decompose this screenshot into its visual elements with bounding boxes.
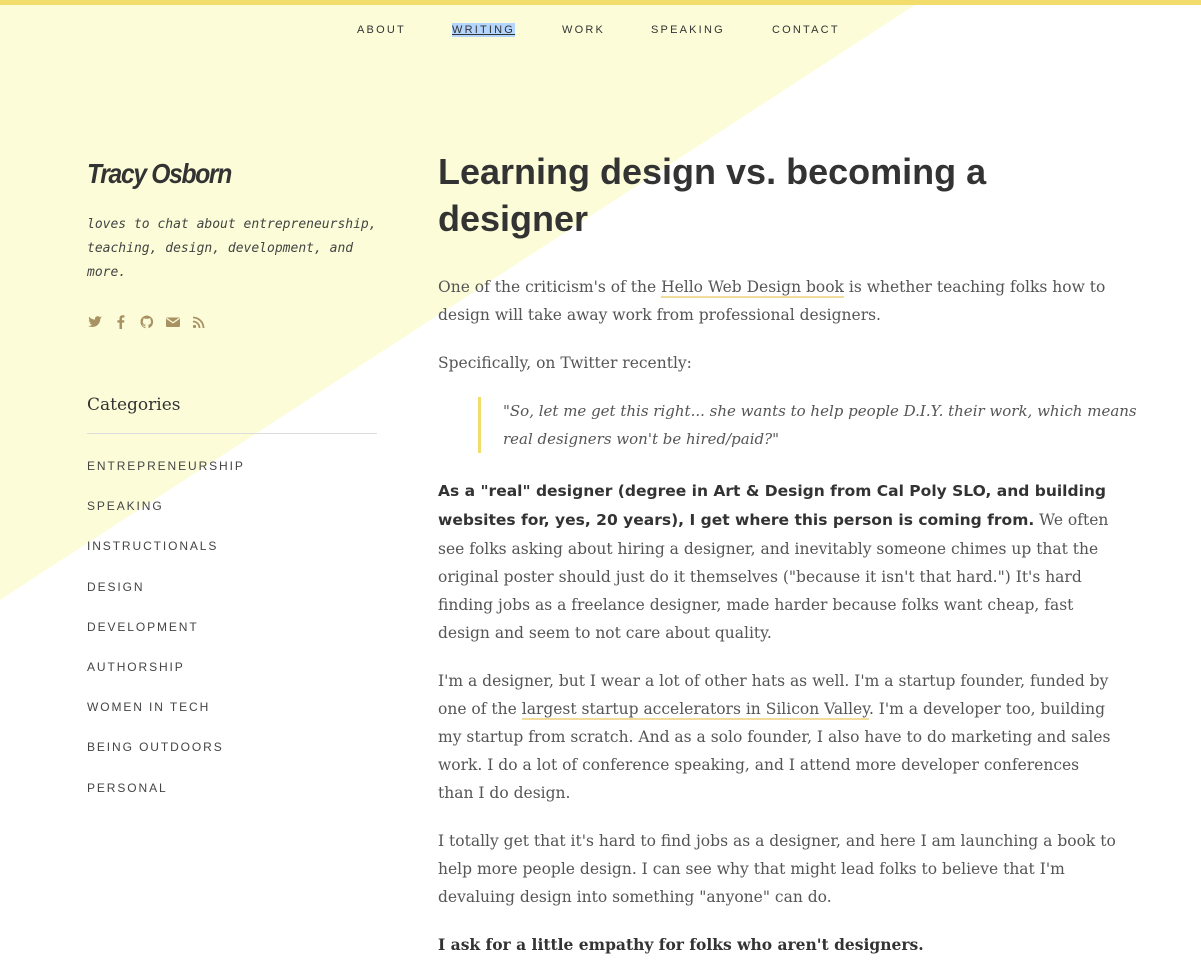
twitter-quote: "So, let me get this right... she wants … [478, 397, 1143, 453]
startup-accelerator-link[interactable]: largest startup accelerators in Silicon … [521, 700, 869, 720]
email-icon[interactable] [165, 314, 181, 330]
article: Learning design vs. becoming a designer … [438, 148, 1137, 959]
category-personal[interactable]: PERSONAL [87, 780, 377, 820]
category-instructionals[interactable]: INSTRUCTIONALS [87, 538, 377, 578]
paragraph-many-hats: I'm a designer, but I wear a lot of othe… [438, 667, 1118, 807]
site-tagline: loves to chat about entrepreneurship, te… [87, 217, 377, 280]
site-name[interactable]: Tracy Osborn [87, 155, 342, 193]
paragraph-intro: One of the criticism's of the Hello Web … [438, 273, 1118, 329]
paragraph-real-designer: As a "real" designer (degree in Art & De… [438, 477, 1118, 647]
sidebar: Tracy Osborn loves to chat about entrepr… [87, 155, 377, 820]
category-speaking[interactable]: SPEAKING [87, 498, 377, 538]
paragraph-specifically: Specifically, on Twitter recently: [438, 354, 692, 372]
nav-about[interactable]: ABOUT [357, 23, 406, 37]
facebook-icon[interactable] [113, 314, 129, 330]
category-entrepreneurship[interactable]: ENTREPRENEURSHIP [87, 458, 377, 498]
social-links [87, 314, 377, 330]
real-designer-bold-text: As a "real" designer (degree in Art & De… [438, 482, 1107, 529]
twitter-icon[interactable] [87, 314, 103, 330]
nav-writing[interactable]: WRITING [452, 23, 516, 37]
rss-icon[interactable] [191, 314, 207, 330]
github-icon[interactable] [139, 314, 155, 330]
real-designer-text: We often see folks asking about hiring a… [438, 511, 1109, 642]
top-accent-bar [0, 0, 1201, 5]
category-list: ENTREPRENEURSHIP SPEAKING INSTRUCTIONALS… [87, 458, 377, 820]
hello-web-design-link[interactable]: Hello Web Design book [661, 278, 844, 298]
category-women-in-tech[interactable]: WOMEN IN TECH [87, 699, 377, 739]
paragraph-empathy: I ask for a little empathy for folks who… [438, 931, 1118, 959]
post-title: Learning design vs. becoming a designer [438, 151, 987, 239]
category-being-outdoors[interactable]: BEING OUTDOORS [87, 739, 377, 779]
paragraph-launching-book: I totally get that it's hard to find job… [438, 832, 1116, 906]
intro-text-start: One of the criticism's of the [438, 278, 662, 296]
categories-heading: Categories [87, 395, 377, 434]
nav-speaking[interactable]: SPEAKING [651, 23, 725, 37]
category-development[interactable]: DEVELOPMENT [87, 619, 377, 659]
category-authorship[interactable]: AUTHORSHIP [87, 659, 377, 699]
category-design[interactable]: DESIGN [87, 579, 377, 619]
nav-work[interactable]: WORK [562, 23, 605, 37]
nav-contact[interactable]: CONTACT [772, 23, 840, 37]
empathy-bold-text: I ask for a little empathy for folks who… [438, 935, 924, 954]
